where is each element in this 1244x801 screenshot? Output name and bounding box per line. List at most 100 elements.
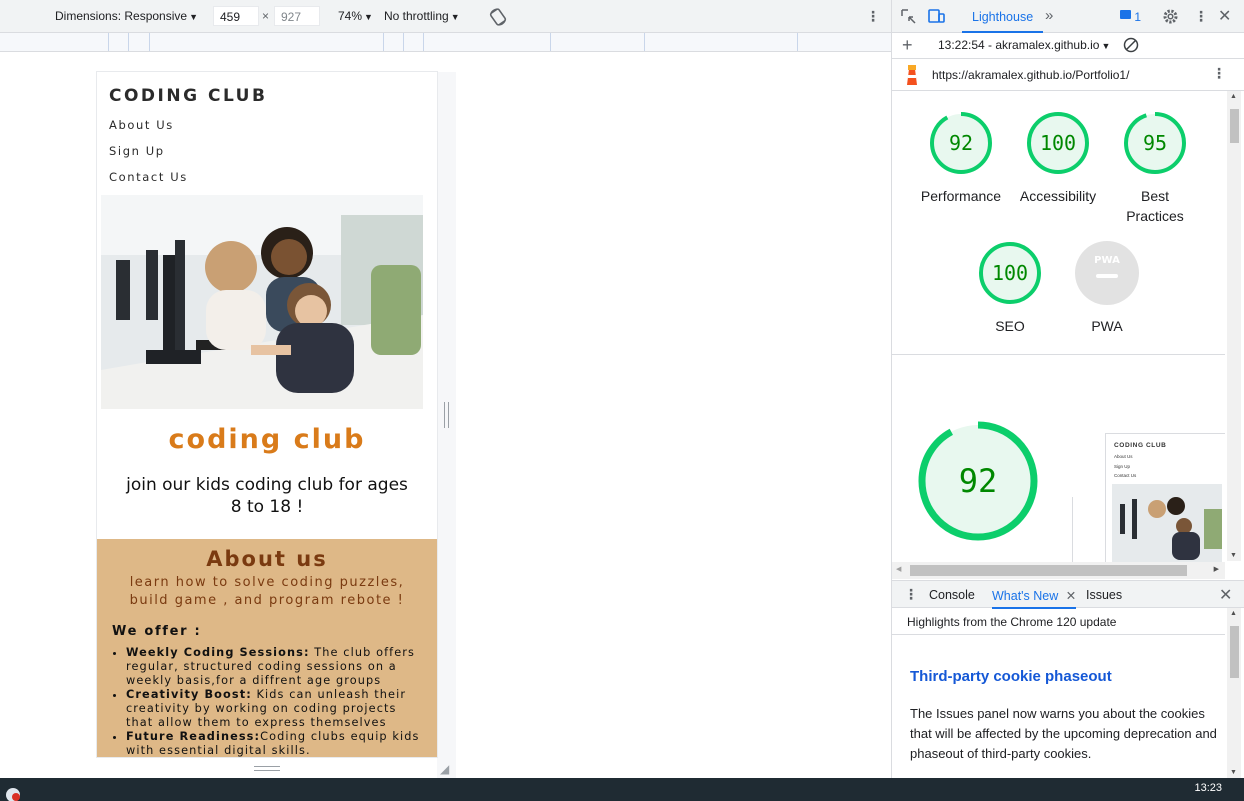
- close-icon[interactable]: ✕: [1218, 6, 1231, 26]
- more-tabs-icon[interactable]: »: [1045, 7, 1053, 24]
- devtools-panel: Lighthouse » 1 ⋮ ✕ + 13:22:54 - akramale…: [891, 0, 1244, 778]
- throttle-dropdown[interactable]: No throttling ▼: [384, 9, 460, 23]
- offer-heading: Creativity Boost:: [126, 688, 252, 701]
- tab-issues[interactable]: Issues: [1086, 588, 1122, 602]
- report-url-bar: https://akramalex.github.io/Portfolio1/ …: [892, 59, 1244, 91]
- whats-new-title[interactable]: Third-party cookie phaseout: [910, 668, 1112, 685]
- caret-down-icon: ▼: [189, 12, 198, 22]
- thumb-brand: CODING CLUB: [1114, 442, 1167, 449]
- big-performance-gauge[interactable]: 92: [917, 420, 1039, 542]
- nav-signup[interactable]: Sign Up: [109, 144, 165, 158]
- page-screenshot-thumbnail[interactable]: CODING CLUB About Us Sign Up Contact Us: [1105, 433, 1225, 562]
- corner-resize-icon[interactable]: ◢: [440, 762, 449, 776]
- dimensions-dropdown[interactable]: Dimensions: Responsive ▼: [55, 9, 198, 23]
- gauge-accessibility[interactable]: 100 Accessibility: [1008, 110, 1108, 206]
- hero-title: coding club: [168, 424, 366, 455]
- thumb-hero-image: [1112, 484, 1222, 562]
- site-brand[interactable]: CODING CLUB: [109, 86, 267, 106]
- whats-new-header: Highlights from the Chrome 120 update: [892, 608, 1225, 635]
- message-icon: [1120, 10, 1131, 19]
- device-toolbar: Dimensions: Responsive ▼ 459 × 927 74% ▼ N…: [0, 0, 891, 33]
- caret-down-icon: ▼: [450, 12, 460, 22]
- gauge-label: Best Practices: [1126, 188, 1184, 224]
- issues-badge[interactable]: 1: [1120, 10, 1141, 24]
- svg-text:PWA: PWA: [1094, 255, 1120, 266]
- gauge-performance[interactable]: 92 Performance: [911, 110, 1011, 206]
- gauge-pwa[interactable]: PWA PWA: [1057, 240, 1157, 336]
- device-toggle-icon[interactable]: [928, 9, 945, 29]
- zoom-dropdown[interactable]: 74% ▼: [338, 9, 373, 23]
- offer-heading: Weekly Coding Sessions:: [126, 646, 310, 659]
- taskbar: 13:23: [0, 778, 1244, 801]
- drawer-tabbar: ⋮ Console What's New ✕ Issues ✕: [892, 580, 1244, 609]
- scroll-right-icon[interactable]: ▶: [1214, 565, 1219, 573]
- devtools-tabbar: Lighthouse » 1 ⋮ ✕: [892, 0, 1244, 33]
- gauge-value: 95: [1143, 131, 1167, 155]
- rotate-icon[interactable]: [488, 7, 508, 30]
- gauge-ring: 100: [979, 242, 1041, 304]
- gauge-label: Accessibility: [1019, 188, 1097, 204]
- whats-new-panel: Highlights from the Chrome 120 update Th…: [892, 608, 1244, 778]
- horizontal-scrollbar[interactable]: ◀ ▶: [892, 562, 1225, 579]
- media-query-ruler: [0, 33, 891, 52]
- gauge-label: PWA: [1091, 318, 1123, 334]
- tab-label: What's New: [992, 589, 1059, 603]
- right-resize-handle[interactable]: [444, 402, 449, 428]
- gauge-seo[interactable]: 100 SEO: [960, 240, 1060, 336]
- gauge-value: 92: [949, 131, 973, 155]
- more-options-icon[interactable]: ⋮: [1212, 65, 1226, 82]
- gauge-best-practices[interactable]: 95 Best Practices: [1105, 110, 1205, 226]
- about-section: About us learn how to solve coding puzzl…: [97, 539, 437, 757]
- mobile-page: CODING CLUB About Us Sign Up Contact Us: [96, 71, 438, 758]
- list-item: Future Readiness:Coding clubs equip kids…: [126, 730, 426, 757]
- tab-lighthouse[interactable]: Lighthouse: [962, 0, 1044, 33]
- drawer-menu-icon[interactable]: ⋮: [904, 586, 918, 603]
- viewport: ◢ CODING CLUB About Us Sign Up Contact U…: [0, 52, 891, 778]
- gauge-ring: 100: [1027, 112, 1089, 174]
- inspect-element-icon[interactable]: [901, 9, 916, 29]
- offer-list: Weekly Coding Sessions: The club offers …: [126, 646, 426, 757]
- clear-icon[interactable]: [1123, 37, 1139, 56]
- drawer-scrollbar[interactable]: ▲ ▼: [1227, 608, 1241, 778]
- new-report-icon[interactable]: +: [902, 35, 913, 56]
- nav-about[interactable]: About Us: [109, 118, 174, 132]
- taskbar-clock[interactable]: 13:23: [1194, 782, 1222, 794]
- scroll-thumb[interactable]: [910, 565, 1187, 576]
- about-title: About us: [206, 547, 328, 571]
- more-options-icon[interactable]: ⋮: [1194, 8, 1208, 25]
- close-tab-icon[interactable]: ✕: [1066, 589, 1076, 603]
- width-input[interactable]: 459: [213, 6, 259, 26]
- lighthouse-toolbar: + 13:22:54 - akramalex.github.io ▼: [892, 33, 1244, 59]
- thumb-nav: Sign Up: [1114, 464, 1131, 469]
- thumb-nav: Contact Us: [1114, 473, 1137, 478]
- scroll-down-icon[interactable]: ▼: [1230, 769, 1237, 776]
- whats-new-text: The Issues panel now warns you about the…: [910, 706, 1217, 761]
- lighthouse-logo-icon: [904, 65, 920, 90]
- settings-gear-icon[interactable]: [1162, 8, 1179, 30]
- scroll-thumb[interactable]: [1230, 626, 1239, 678]
- scroll-down-icon[interactable]: ▼: [1230, 552, 1237, 559]
- nav-contact[interactable]: Contact Us: [109, 170, 188, 184]
- hero-subtitle: join our kids coding club for ages 8 to …: [126, 475, 408, 517]
- scroll-up-icon[interactable]: ▲: [1230, 93, 1237, 100]
- close-drawer-icon[interactable]: ✕: [1219, 585, 1232, 605]
- report-url[interactable]: https://akramalex.github.io/Portfolio1/: [932, 68, 1129, 82]
- weather-icon[interactable]: [4, 784, 22, 801]
- list-item: Weekly Coding Sessions: The club offers …: [126, 646, 426, 688]
- bottom-resize-handle[interactable]: [254, 766, 280, 771]
- scroll-left-icon[interactable]: ◀: [896, 565, 901, 573]
- scroll-up-icon[interactable]: ▲: [1230, 610, 1237, 617]
- big-score-value: 92: [959, 462, 998, 500]
- scores-area: 92 Performance 100 Accessibility 95 Best…: [892, 91, 1225, 355]
- issues-count: 1: [1134, 10, 1142, 24]
- scroll-thumb[interactable]: [1230, 109, 1239, 143]
- tab-whats-new[interactable]: What's New ✕: [992, 581, 1077, 609]
- report-selector[interactable]: 13:22:54 - akramalex.github.io ▼: [938, 38, 1110, 52]
- pwa-badge-icon: PWA: [1075, 241, 1139, 305]
- more-options-icon[interactable]: ⋮: [866, 8, 880, 25]
- vertical-scrollbar[interactable]: ▲ ▼: [1227, 91, 1241, 561]
- tab-console[interactable]: Console: [929, 588, 975, 602]
- height-input[interactable]: 927: [274, 6, 320, 26]
- list-item: Creativity Boost: Kids can unleash their…: [126, 688, 426, 730]
- times-sign: ×: [262, 9, 270, 23]
